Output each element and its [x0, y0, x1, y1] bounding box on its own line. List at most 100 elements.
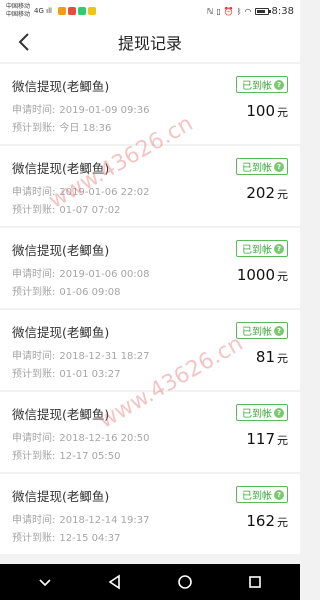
- carrier-label-2: 中国移动: [6, 11, 31, 18]
- apply-time-row: 申请时间: 2018-12-31 18:27: [12, 347, 288, 362]
- status-bar-right: ℕ ▯ ⏰ ᛒ ◠ 8:38: [207, 6, 294, 17]
- apply-time-label: 申请时间:: [12, 105, 56, 116]
- help-question-icon[interactable]: ?: [274, 325, 284, 336]
- navigation-bar: [0, 564, 300, 600]
- record-item[interactable]: 微信提现(老鲫鱼) 申请时间: 2018-12-31 18:27 预计到账: 01-…: [0, 310, 300, 390]
- help-question-icon[interactable]: ?: [274, 243, 284, 254]
- nav-back-button[interactable]: [95, 567, 135, 597]
- expected-arrival-row: 预计到账: 12-17 05:50: [12, 447, 288, 462]
- clock: 8:38: [271, 5, 294, 17]
- back-arrow-icon: [18, 33, 29, 51]
- expected-arrival-value: 01-06 09:08: [59, 287, 121, 298]
- alarm-icon: ⏰: [223, 6, 234, 16]
- expected-arrival-label: 预计到账:: [12, 451, 56, 462]
- expected-arrival-label: 预计到账:: [12, 369, 56, 380]
- expected-arrival-value: 12-15 04:37: [59, 533, 121, 544]
- record-item[interactable]: 微信提现(老鲫鱼) 申请时间: 2018-12-16 20:50 预计到账: 12-…: [0, 392, 300, 472]
- expected-arrival-label: 预计到账:: [12, 205, 56, 216]
- app-notification-icon: [67, 7, 76, 15]
- status-bar: 中国移动 中国移动 4G ıll ℕ ▯ ⏰ ᛒ ◠ 8:38: [0, 0, 300, 22]
- nav-recents-button[interactable]: [235, 567, 275, 597]
- battery-fill: [256, 9, 265, 13]
- chevron-down-icon: [39, 579, 51, 587]
- record-item[interactable]: 微信提现(老鲫鱼) 申请时间: 2019-01-09 09:36 预计到账: 今日 …: [0, 64, 300, 144]
- help-question-icon[interactable]: ?: [274, 407, 284, 418]
- expected-arrival-value: 今日 18:36: [59, 123, 112, 134]
- expected-arrival-row: 预计到账: 01-07 07:02: [12, 201, 288, 216]
- amount-value: 117: [246, 430, 275, 448]
- amount-unit: 元: [277, 106, 288, 119]
- status-text: 已到帐: [242, 245, 272, 256]
- amount-value: 202: [246, 184, 275, 202]
- amount: 1000 元: [237, 266, 288, 284]
- expected-arrival-row: 预计到账: 今日 18:36: [12, 119, 288, 134]
- amount-unit: 元: [277, 516, 288, 529]
- expected-arrival-value: 01-01 03:27: [59, 369, 121, 380]
- expected-arrival-label: 预计到账:: [12, 533, 56, 544]
- signal-icon: 4G ıll: [34, 7, 52, 15]
- nav-home-button[interactable]: [165, 567, 205, 597]
- expected-arrival-row: 预计到账: 01-01 03:27: [12, 365, 288, 380]
- amount: 100 元: [246, 102, 288, 120]
- header: 提现记录: [0, 22, 300, 62]
- record-item[interactable]: 微信提现(老鲫鱼) 申请时间: 2019-01-06 00:08 预计到账: 01-…: [0, 228, 300, 308]
- status-badge: 已到帐 ?: [236, 404, 288, 421]
- amount-value: 81: [255, 348, 275, 366]
- withdrawal-record-list[interactable]: 微信提现(老鲫鱼) 申请时间: 2019-01-09 09:36 预计到账: 今日 …: [0, 64, 300, 564]
- status-badge: 已到帐 ?: [236, 322, 288, 339]
- notification-icons: [57, 7, 96, 15]
- status-text: 已到帐: [242, 491, 272, 502]
- status-bar-left: 中国移动 中国移动 4G ıll: [6, 3, 96, 19]
- record-item[interactable]: 微信提现(老鲫鱼) 申请时间: 2019-01-06 22:02 预计到账: 01-…: [0, 146, 300, 226]
- expected-arrival-value: 12-17 05:50: [59, 451, 121, 462]
- apply-time-label: 申请时间:: [12, 433, 56, 444]
- amount-unit: 元: [277, 188, 288, 201]
- apply-time-label: 申请时间:: [12, 351, 56, 362]
- circle-home-icon: [178, 575, 192, 589]
- amount-unit: 元: [277, 434, 288, 447]
- nfc-icon: ℕ: [206, 6, 214, 16]
- status-badge: 已到帐 ?: [236, 486, 288, 503]
- apply-time-value: 2019-01-09 09:36: [59, 105, 150, 116]
- amount-value: 162: [246, 512, 275, 530]
- amount: 202 元: [246, 184, 288, 202]
- app-notification-icon: [87, 7, 96, 15]
- status-text: 已到帐: [242, 409, 272, 420]
- help-question-icon[interactable]: ?: [274, 79, 284, 90]
- apply-time-value: 2019-01-06 22:02: [59, 187, 150, 198]
- apply-time-label: 申请时间:: [12, 515, 56, 526]
- status-text: 已到帐: [242, 163, 272, 174]
- nav-collapse-button[interactable]: [25, 567, 65, 597]
- expected-arrival-label: 预计到账:: [12, 287, 56, 298]
- status-text: 已到帐: [242, 81, 272, 92]
- wifi-icon: ◠: [244, 6, 252, 16]
- carrier-stack: 中国移动 中国移动: [6, 3, 30, 19]
- carrier-label-1: 中国移动: [6, 3, 31, 10]
- square-recents-icon: [249, 576, 261, 588]
- expected-arrival-row: 预计到账: 12-15 04:37: [12, 529, 288, 544]
- apply-time-label: 申请时间:: [12, 187, 56, 198]
- page-title: 提现记录: [117, 34, 182, 53]
- amount-value: 1000: [236, 266, 275, 284]
- amount: 117 元: [246, 430, 288, 448]
- apply-time-value: 2019-01-06 00:08: [59, 269, 150, 280]
- apply-time-value: 2018-12-16 20:50: [59, 433, 150, 444]
- amount-value: 100: [246, 102, 275, 120]
- status-text: 已到帐: [242, 327, 272, 338]
- amount-unit: 元: [277, 352, 288, 365]
- apply-time-value: 2018-12-14 19:37: [59, 515, 150, 526]
- back-button[interactable]: [8, 26, 40, 58]
- expected-arrival-value: 01-07 07:02: [59, 205, 121, 216]
- app-notification-icon: [57, 7, 66, 15]
- status-badge: 已到帐 ?: [236, 158, 288, 175]
- amount: 162 元: [246, 512, 288, 530]
- battery-icon: [254, 7, 271, 15]
- apply-time-label: 申请时间:: [12, 269, 56, 280]
- amount-unit: 元: [277, 270, 288, 283]
- help-question-icon[interactable]: ?: [274, 161, 284, 172]
- triangle-back-icon: [108, 574, 120, 590]
- help-question-icon[interactable]: ?: [274, 489, 284, 500]
- vibrate-icon: ▯: [216, 6, 221, 16]
- record-item[interactable]: 微信提现(老鲫鱼) 申请时间: 2018-12-14 19:37 预计到账: 12-…: [0, 474, 300, 554]
- apply-time-value: 2018-12-31 18:27: [59, 351, 150, 362]
